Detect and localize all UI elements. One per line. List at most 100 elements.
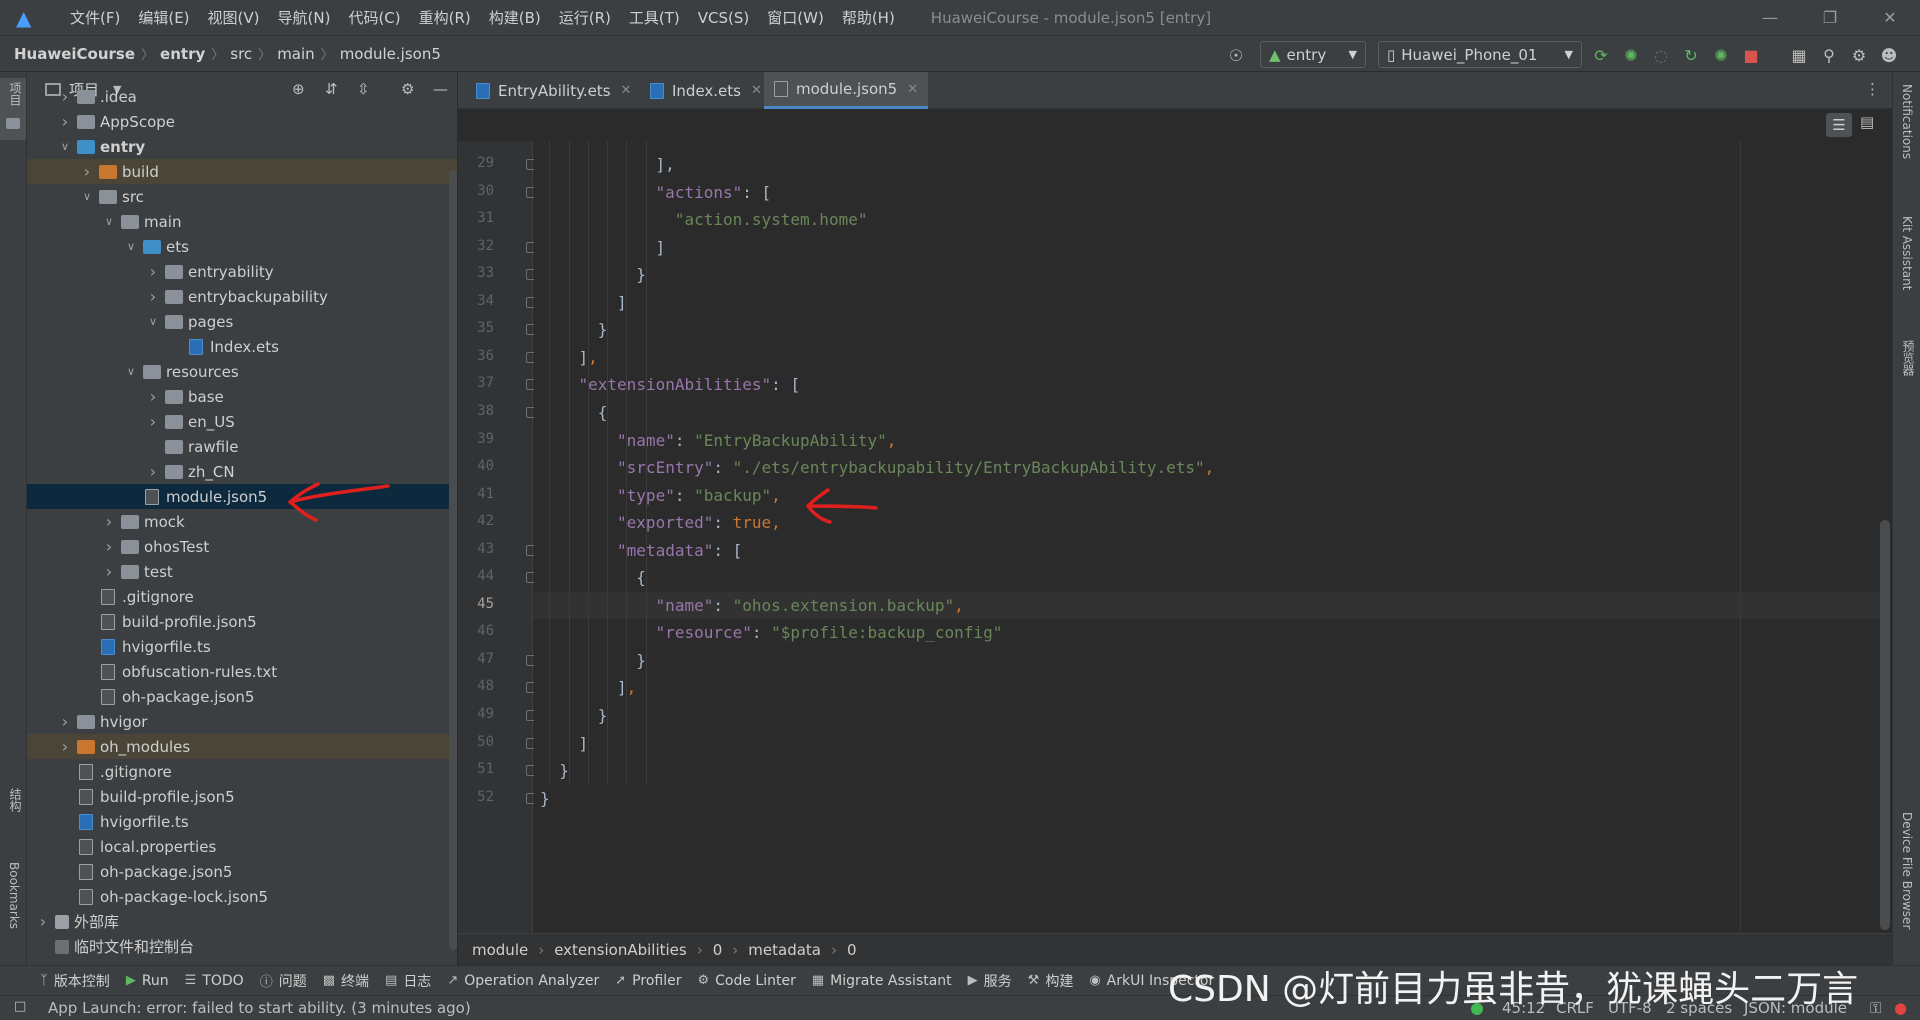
profile-icon[interactable]: ✺ <box>1710 43 1732 67</box>
tree-item[interactable]: oh-package-lock.json5 <box>27 884 457 909</box>
tool-operation-analyzer[interactable]: ↗ Operation Analyzer <box>447 973 599 989</box>
tool-todo[interactable]: ☰ TODO <box>185 973 244 989</box>
target-icon[interactable]: ☉ <box>1226 43 1246 67</box>
tree-item[interactable]: ∨ pages <box>27 309 457 334</box>
tree-item[interactable]: build-profile.json5 <box>27 784 457 809</box>
structure-tool-tab[interactable]: 结构 <box>7 788 24 812</box>
chevron-right-icon[interactable]: › <box>79 162 95 181</box>
image-view-icon[interactable]: ▤ <box>1860 113 1874 131</box>
chevron-right-icon[interactable]: › <box>57 737 73 756</box>
tree-item[interactable]: › base <box>27 384 457 409</box>
chevron-right-icon[interactable]: › <box>35 912 51 931</box>
chevron-down-icon[interactable]: ∨ <box>145 315 161 328</box>
chevron-right-icon[interactable]: › <box>57 712 73 731</box>
tool-log[interactable]: ▤ 日志 <box>385 971 431 991</box>
close-icon[interactable]: ✕ <box>751 83 762 98</box>
stop-icon[interactable]: ■ <box>1740 43 1762 67</box>
close-icon[interactable]: ✕ <box>621 83 632 98</box>
more-tabs-icon[interactable]: ⋮ <box>1865 80 1880 98</box>
tree-item[interactable]: › ohosTest <box>27 534 457 559</box>
menu-view[interactable]: 视图(V) <box>208 7 260 28</box>
tree-item[interactable]: › entryability <box>27 259 457 284</box>
menu-run[interactable]: 运行(R) <box>559 7 611 28</box>
tree-item[interactable]: › .idea <box>27 84 457 109</box>
tree-item[interactable]: › oh_modules <box>27 734 457 759</box>
tree-item[interactable]: › 外部库 <box>27 909 457 934</box>
crumb-index[interactable]: 0 <box>713 941 723 959</box>
menu-vcs[interactable]: VCS(S) <box>698 9 749 27</box>
attach-debugger-icon[interactable]: ◌ <box>1650 43 1672 67</box>
minimize-icon[interactable]: — <box>1745 0 1795 35</box>
kit-assistant-tool-tab[interactable]: Kit Assistant <box>1900 216 1914 290</box>
tree-item[interactable]: .gitignore <box>27 759 457 784</box>
project-structure-icon[interactable]: ▦ <box>1788 43 1810 67</box>
previewer-tool-tab[interactable]: 预览器 <box>1900 340 1917 376</box>
device-select[interactable]: ▯ Huawei_Phone_01 ▼ <box>1378 41 1582 68</box>
tree-item[interactable]: ∨ entry <box>27 134 457 159</box>
chevron-down-icon[interactable]: ∨ <box>101 215 117 228</box>
chevron-right-icon[interactable]: › <box>101 562 117 581</box>
crumb-project[interactable]: HuaweiCourse <box>14 45 135 63</box>
project-tool-tab[interactable]: 项目 <box>0 78 26 140</box>
tree-item[interactable]: › AppScope <box>27 109 457 134</box>
toggle-tool-windows-icon[interactable]: □ <box>14 999 26 1014</box>
chevron-right-icon[interactable]: › <box>145 412 161 431</box>
run-config-select[interactable]: ▲ entry ▼ <box>1260 41 1366 68</box>
tree-item[interactable]: ∨ src <box>27 184 457 209</box>
error-icon[interactable]: ● <box>1894 999 1907 1017</box>
chevron-right-icon[interactable]: › <box>101 512 117 531</box>
chevron-right-icon[interactable]: › <box>57 112 73 131</box>
tree-item[interactable]: ∨ ets <box>27 234 457 259</box>
menu-refactor[interactable]: 重构(R) <box>419 7 471 28</box>
menu-file[interactable]: 文件(F) <box>70 7 120 28</box>
tree-item[interactable]: build-profile.json5 <box>27 609 457 634</box>
chevron-right-icon[interactable]: › <box>145 287 161 306</box>
tool-terminal[interactable]: ▩ 终端 <box>323 971 369 991</box>
crumb-file[interactable]: module.json5 <box>340 45 441 63</box>
tab-index[interactable]: Index.ets ✕ <box>640 72 772 109</box>
device-file-browser-tool-tab[interactable]: Device File Browser <box>1900 812 1914 929</box>
tree-item[interactable]: obfuscation-rules.txt <box>27 659 457 684</box>
chevron-down-icon[interactable]: ∨ <box>123 365 139 378</box>
chevron-right-icon[interactable]: › <box>57 87 73 106</box>
lock-icon[interactable]: ⚿ <box>1870 999 1881 1017</box>
crumb-src[interactable]: src <box>230 45 252 63</box>
tool-run[interactable]: ▶ Run <box>126 973 169 989</box>
tree-item[interactable]: › build <box>27 159 457 184</box>
menu-edit[interactable]: 编辑(E) <box>138 7 189 28</box>
crumb-main[interactable]: main <box>277 45 314 63</box>
apply-changes-icon[interactable]: ↻ <box>1680 43 1702 67</box>
chevron-down-icon[interactable]: ∨ <box>57 140 73 153</box>
menu-help[interactable]: 帮助(H) <box>842 7 895 28</box>
code-view-icon[interactable]: ☰ <box>1826 113 1852 137</box>
chevron-right-icon[interactable]: › <box>145 462 161 481</box>
crumb-extension-abilities[interactable]: extensionAbilities <box>554 941 687 959</box>
chevron-right-icon[interactable]: › <box>145 262 161 281</box>
menu-code[interactable]: 代码(C) <box>348 7 400 28</box>
tab-module-json5[interactable]: module.json5 ✕ <box>764 72 929 109</box>
tree-item[interactable]: rawfile <box>27 434 457 459</box>
tool-code-linter[interactable]: ⚙ Code Linter <box>697 973 795 989</box>
tree-item[interactable]: hvigorfile.ts <box>27 809 457 834</box>
tool-profiler[interactable]: ➚ Profiler <box>615 973 681 989</box>
tool-migrate-assistant[interactable]: ▦ Migrate Assistant <box>812 973 952 989</box>
tab-entryability[interactable]: EntryAbility.ets ✕ <box>466 72 641 109</box>
tree-item[interactable]: › en_US <box>27 409 457 434</box>
project-scrollbar[interactable] <box>449 170 457 950</box>
chevron-right-icon[interactable]: › <box>101 537 117 556</box>
tree-item[interactable]: .gitignore <box>27 584 457 609</box>
bookmarks-tool-tab[interactable]: Bookmarks <box>7 862 21 929</box>
menu-window[interactable]: 窗口(W) <box>767 7 824 28</box>
tree-item[interactable]: ∨ resources <box>27 359 457 384</box>
tool-version-control[interactable]: ᛉ 版本控制 <box>40 971 110 991</box>
tree-item[interactable]: oh-package.json5 <box>27 684 457 709</box>
chevron-down-icon[interactable]: ∨ <box>123 240 139 253</box>
crumb-metadata[interactable]: metadata <box>748 941 821 959</box>
notifications-tool-tab[interactable]: Notifications <box>1900 84 1914 159</box>
tool-build[interactable]: ⚒ 构建 <box>1028 971 1074 991</box>
menu-build[interactable]: 构建(B) <box>489 7 541 28</box>
close-icon[interactable]: ✕ <box>907 82 918 97</box>
status-message[interactable]: App Launch: error: failed to start abili… <box>48 999 471 1017</box>
crumb-module[interactable]: module <box>472 941 528 959</box>
crumb-module[interactable]: entry <box>160 45 205 63</box>
